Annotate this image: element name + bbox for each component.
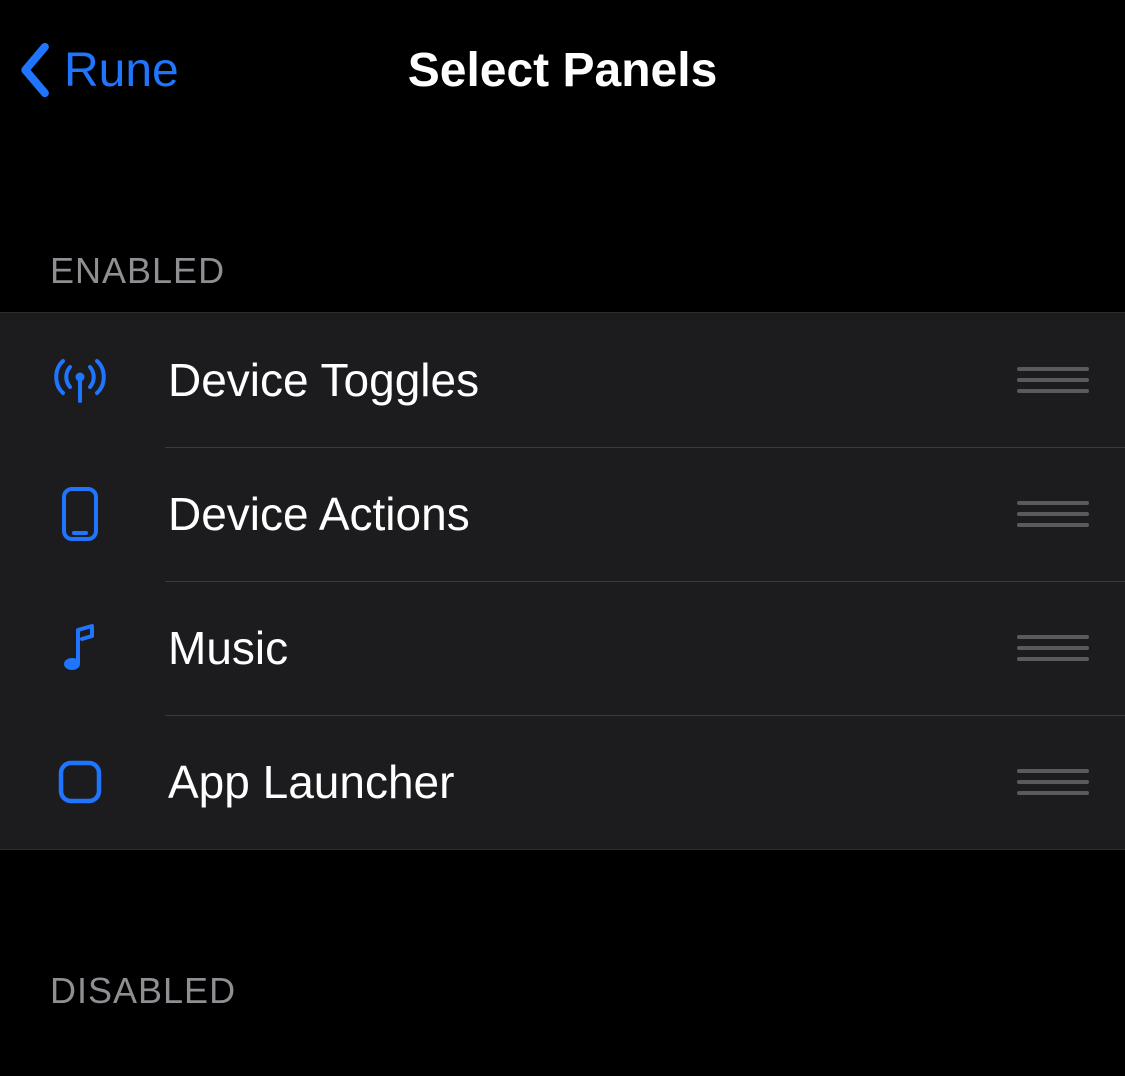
panel-row-music[interactable]: Music	[0, 581, 1125, 715]
panel-label: App Launcher	[168, 755, 1017, 809]
section-header-disabled: Disabled	[0, 850, 1125, 1052]
drag-handle-icon[interactable]	[1017, 500, 1089, 528]
phone-icon	[50, 486, 110, 542]
enabled-group: Device Toggles Device Actions	[0, 312, 1125, 850]
section-header-enabled: Enabled	[0, 140, 1125, 312]
panel-label: Device Toggles	[168, 353, 1017, 407]
music-icon	[50, 622, 110, 674]
panel-label: Music	[168, 621, 1017, 675]
page-title: Select Panels	[408, 43, 718, 98]
panel-row-device-actions[interactable]: Device Actions	[0, 447, 1125, 581]
drag-handle-icon[interactable]	[1017, 634, 1089, 662]
panel-row-device-toggles[interactable]: Device Toggles	[0, 313, 1125, 447]
panel-label: Device Actions	[168, 487, 1017, 541]
back-label: Rune	[64, 43, 179, 98]
back-button[interactable]: Rune	[20, 0, 179, 140]
broadcast-icon	[50, 355, 110, 405]
chevron-left-icon	[20, 43, 52, 97]
square-icon	[50, 759, 110, 805]
panel-row-app-launcher[interactable]: App Launcher	[0, 715, 1125, 849]
drag-handle-icon[interactable]	[1017, 768, 1089, 796]
navigation-bar: Rune Select Panels	[0, 0, 1125, 140]
drag-handle-icon[interactable]	[1017, 366, 1089, 394]
